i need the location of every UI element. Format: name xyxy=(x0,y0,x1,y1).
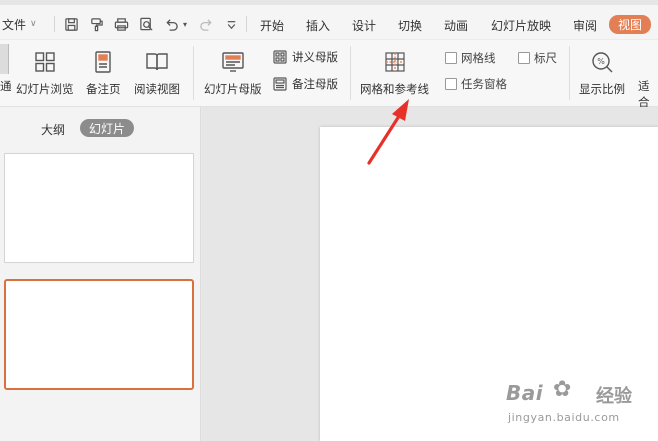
undo-icon[interactable] xyxy=(162,15,180,33)
tab-home-label: 开始 xyxy=(260,18,285,33)
print-icon[interactable] xyxy=(112,15,130,33)
tab-animations[interactable]: 动画 xyxy=(444,16,468,34)
zoom-label: 显示比例 xyxy=(579,82,625,96)
tab-insert-label: 插入 xyxy=(306,18,331,33)
paw-icon: ✿ xyxy=(553,377,572,402)
normal-view-icon[interactable] xyxy=(0,44,9,74)
ribbon-divider xyxy=(569,46,570,100)
tab-animations-label: 动画 xyxy=(444,18,469,33)
zoom-icon: % xyxy=(589,49,615,75)
slide-panel: 大纲 幻灯片 xyxy=(0,107,201,441)
ribbon: 通 幻灯片浏览 备注页 阅读视图 幻灯片母版 讲义母版 备注母版 网格和参考线 … xyxy=(0,40,658,110)
file-menu[interactable]: 文件 ∨ xyxy=(2,14,37,34)
tab-slides[interactable]: 幻灯片 xyxy=(80,119,135,137)
gridlines-checkbox-box[interactable] xyxy=(445,52,457,64)
normal-view-label: 通 xyxy=(0,79,12,93)
chevron-down-icon: ∨ xyxy=(30,19,37,29)
ribbon-divider xyxy=(193,46,194,100)
slide-master-label: 幻灯片母版 xyxy=(204,82,262,96)
slide-master-icon xyxy=(220,49,246,75)
tab-review-label: 审阅 xyxy=(573,18,598,33)
watermark: Bai ✿ 经验 jingyan.baidu.com xyxy=(506,375,654,435)
ribbon-divider xyxy=(350,46,351,100)
slide-sorter-label: 幻灯片浏览 xyxy=(16,82,74,96)
print-preview-icon[interactable] xyxy=(137,15,155,33)
grid-guides-icon xyxy=(382,49,408,75)
file-menu-label: 文件 xyxy=(2,17,27,32)
slide-thumbnail-selected[interactable] xyxy=(4,279,194,390)
slide-sorter-icon xyxy=(32,49,58,75)
notes-master-button[interactable]: 备注母版 xyxy=(273,76,338,92)
watermark-title: 经验 xyxy=(596,386,632,407)
task-pane-checkbox[interactable]: 任务窗格 xyxy=(445,76,507,92)
watermark-url: jingyan.baidu.com xyxy=(508,411,620,424)
format-painter-icon[interactable] xyxy=(87,15,105,33)
tab-design-label: 设计 xyxy=(352,18,377,33)
watermark-logo: Bai xyxy=(506,381,544,405)
ruler-checkbox[interactable]: 标尺 xyxy=(518,50,557,66)
notes-page-button[interactable]: 备注页 xyxy=(86,49,121,97)
grid-guides-label: 网格和参考线 xyxy=(360,82,429,96)
grid-guides-button[interactable]: 网格和参考线 xyxy=(360,49,429,97)
toolbar-divider xyxy=(54,16,55,32)
tab-view[interactable]: 视图 xyxy=(609,15,652,34)
slide-sorter-button[interactable]: 幻灯片浏览 xyxy=(16,49,74,97)
notes-page-icon xyxy=(90,49,116,75)
toolbar-divider xyxy=(246,16,247,32)
handout-master-button[interactable]: 讲义母版 xyxy=(273,49,338,65)
notes-master-label: 备注母版 xyxy=(292,77,338,91)
handout-master-icon xyxy=(273,50,287,64)
tab-home[interactable]: 开始 xyxy=(260,16,284,34)
normal-view-label-partial[interactable]: 通 xyxy=(0,78,12,94)
tab-transitions-label: 切换 xyxy=(398,18,423,33)
tab-insert[interactable]: 插入 xyxy=(306,16,330,34)
gridlines-checkbox-label: 网格线 xyxy=(461,51,496,65)
task-pane-checkbox-label: 任务窗格 xyxy=(461,77,507,91)
save-icon[interactable] xyxy=(62,15,80,33)
slide-thumbnail[interactable] xyxy=(4,153,194,263)
fit-button[interactable]: 适合 xyxy=(638,78,658,110)
handout-master-label: 讲义母版 xyxy=(292,50,338,64)
gridlines-checkbox[interactable]: 网格线 xyxy=(445,50,496,66)
redo-icon[interactable] xyxy=(197,15,215,33)
menu-bar: 文件 ∨ ▾ 开始 插入 设计 切换 动画 幻灯片放映 审阅 视图 xyxy=(0,0,658,40)
tab-slideshow-label: 幻灯片放映 xyxy=(491,18,552,33)
notes-page-label: 备注页 xyxy=(86,82,121,96)
svg-text:%: % xyxy=(597,57,605,66)
slide-master-button[interactable]: 幻灯片母版 xyxy=(204,49,262,97)
ruler-checkbox-box[interactable] xyxy=(518,52,530,64)
tab-outline[interactable]: 大纲 xyxy=(41,121,65,138)
tab-slideshow[interactable]: 幻灯片放映 xyxy=(491,16,551,34)
reading-view-icon xyxy=(144,49,170,75)
customize-dropdown-icon[interactable] xyxy=(222,15,240,33)
tab-view-label: 视图 xyxy=(618,18,643,32)
tab-transitions[interactable]: 切换 xyxy=(398,16,422,34)
fit-label: 适合 xyxy=(638,79,650,109)
undo-dropdown-icon[interactable]: ▾ xyxy=(180,15,190,33)
tab-design[interactable]: 设计 xyxy=(352,16,376,34)
tab-review[interactable]: 审阅 xyxy=(573,16,597,34)
title-strip xyxy=(0,0,658,5)
ruler-checkbox-label: 标尺 xyxy=(534,51,557,65)
reading-view-button[interactable]: 阅读视图 xyxy=(134,49,180,97)
zoom-button[interactable]: % 显示比例 xyxy=(579,49,625,97)
reading-view-label: 阅读视图 xyxy=(134,82,180,96)
notes-master-icon xyxy=(273,77,287,91)
task-pane-checkbox-box[interactable] xyxy=(445,78,457,90)
